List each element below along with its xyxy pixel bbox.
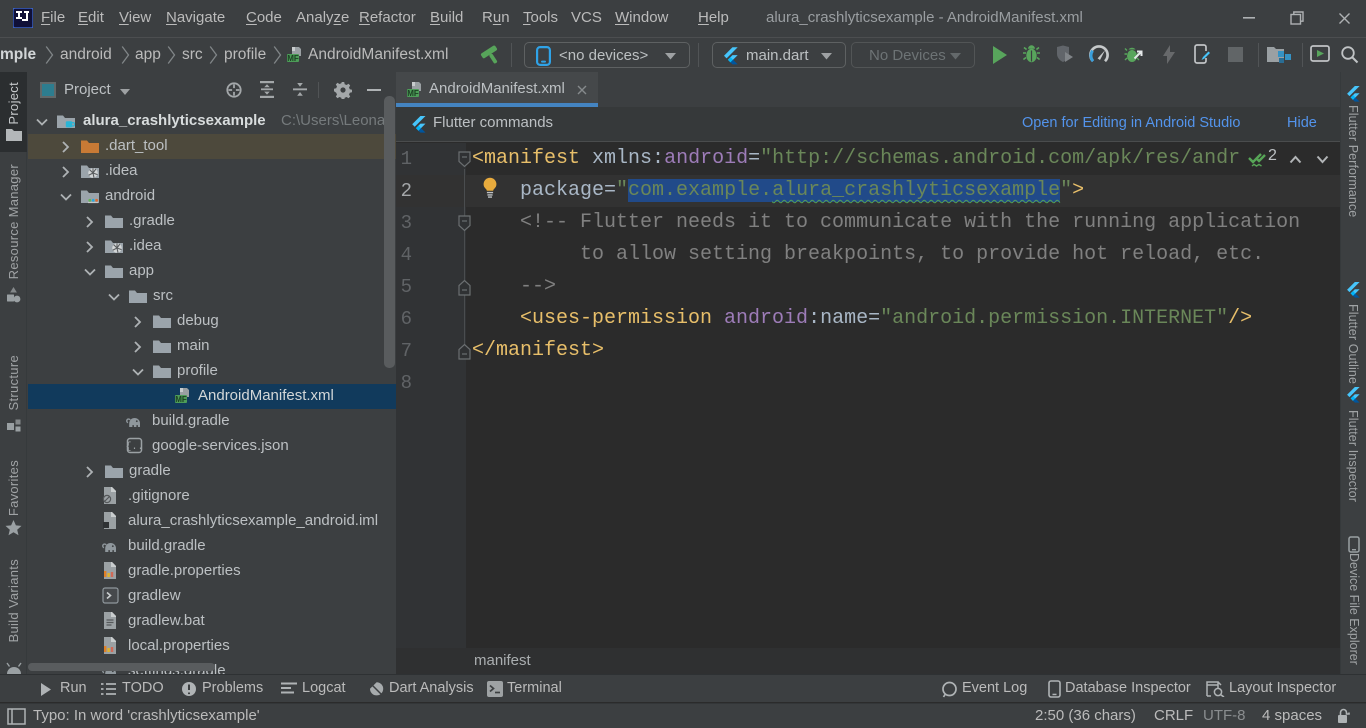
svg-text:MF: MF <box>287 54 299 63</box>
svg-text:{..: {.. <box>126 441 143 453</box>
